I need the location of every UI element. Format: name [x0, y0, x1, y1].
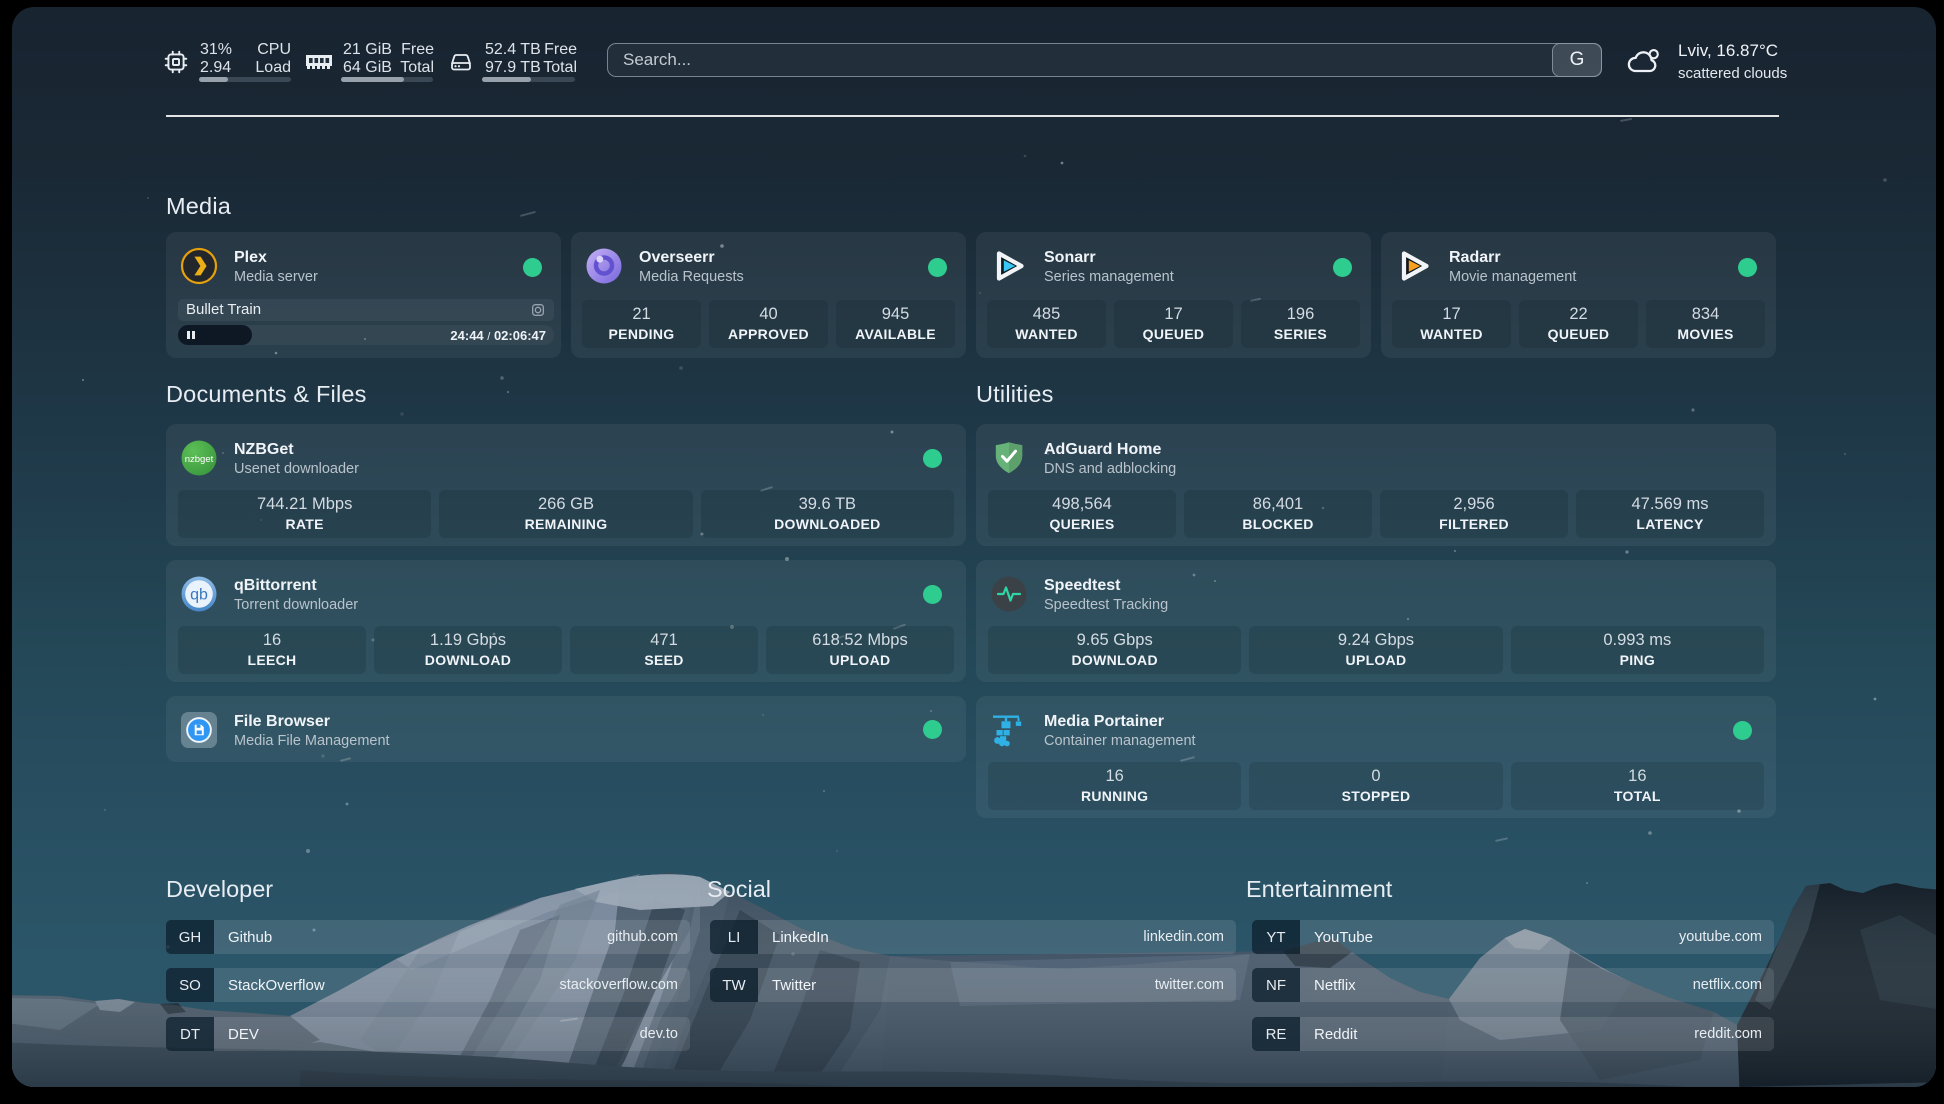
svg-text:nzbget: nzbget — [185, 454, 214, 465]
svg-text:qb: qb — [190, 587, 208, 604]
